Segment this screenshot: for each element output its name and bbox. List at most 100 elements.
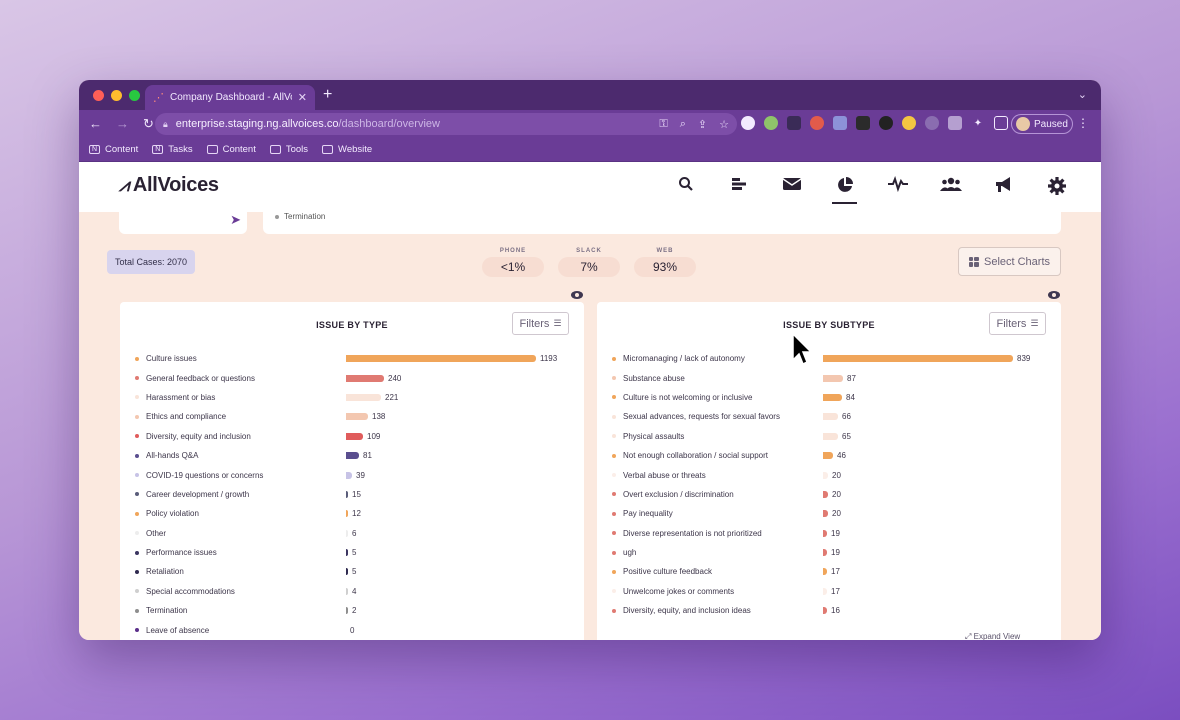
bar-rows: Micromanaging / lack of autonomy 839 Subst… [612,349,1051,620]
send-icon[interactable]: ➤ [230,212,241,228]
maximize-window-button[interactable] [129,90,140,101]
bar-value: 17 [831,567,840,577]
users-icon[interactable] [924,176,977,200]
legend-dot [135,569,139,574]
bar[interactable] [823,452,833,460]
close-window-button[interactable] [93,90,104,101]
dark-extension-icon[interactable] [879,116,893,130]
bar[interactable] [823,607,827,615]
share-icon[interactable]: ⇪ [698,118,707,131]
mail-icon[interactable] [765,176,818,200]
browser-menu-icon[interactable]: ⋮ [1077,116,1089,130]
bar[interactable] [823,393,842,401]
bookmark-content[interactable]: N Content [89,144,138,155]
bar[interactable] [823,432,838,440]
back-button[interactable]: ← [89,116,102,132]
bar[interactable] [346,607,348,615]
bar-value: 2 [352,606,357,616]
bar[interactable] [823,374,843,382]
bar-value: 15 [352,489,361,499]
bookmark-tasks[interactable]: N Tasks [152,144,193,155]
browser-tab[interactable]: ⋰ Company Dashboard - AllVoice ✕ [145,85,315,110]
bar[interactable] [823,568,827,576]
puzzle-extensions-icon[interactable]: ✦ [971,116,985,130]
pulse-icon[interactable] [871,175,924,200]
bar-label: Positive culture feedback [623,567,712,577]
bars-icon[interactable] [712,176,765,200]
bar[interactable] [823,549,827,557]
filters-button[interactable]: Filters ☰ [989,312,1046,335]
bookmark-folder-content[interactable]: Content [206,144,256,155]
eye-icon[interactable] [1048,291,1060,299]
close-tab-icon[interactable]: ✕ [298,91,307,104]
yellow-extension-icon[interactable] [902,116,916,130]
bar-row: Diversity, equity and inclusion 109 [135,427,574,446]
bar[interactable] [823,413,838,421]
bar[interactable] [823,355,1013,363]
expand-view-link[interactable]: ⤢ Expand View [965,632,1020,640]
new-tab-button[interactable]: + [323,86,332,104]
zoom-icon[interactable]: ⌕ [680,118,686,131]
side-panel-icon[interactable] [994,116,1008,130]
dots-extension-icon[interactable] [856,116,870,130]
bar-label: Ethics and compliance [146,412,227,422]
bar[interactable] [346,490,348,498]
bar[interactable] [346,549,348,557]
legend-dot [135,395,139,400]
eye-icon[interactable] [571,291,583,299]
bookmark-folder-tools[interactable]: Tools [269,144,308,155]
ghost-extension-icon[interactable] [741,116,755,130]
bar-value: 12 [352,509,361,519]
crop-extension-icon[interactable] [787,116,801,130]
filters-button[interactable]: Filters ☰ [512,312,569,335]
tab-strip: ⋰ Company Dashboard - AllVoice ✕ + ⌄ [79,80,1101,110]
tab-search-chevron-icon[interactable]: ⌄ [1078,88,1087,101]
bookmark-folder-website[interactable]: Website [322,144,372,155]
gear-icon[interactable] [1030,176,1083,200]
bar-label: Unwelcome jokes or comments [623,586,735,596]
bar[interactable] [346,432,363,440]
allvoices-logo[interactable]: ⩘ AllVoices [119,174,219,197]
legend-dot [135,473,139,478]
bar[interactable] [346,452,359,460]
forward-button[interactable]: → [116,116,129,132]
bar-row: Diverse representation is not prioritize… [612,524,1051,543]
bar[interactable] [823,529,827,537]
legend-dot [612,511,616,516]
minimize-window-button[interactable] [111,90,122,101]
block-extension-icon[interactable] [925,116,939,130]
bar[interactable] [823,471,828,479]
bar[interactable] [823,510,828,518]
bar[interactable] [346,413,368,421]
grid-extension-icon[interactable] [833,116,847,130]
profile-button[interactable]: Paused [1011,114,1073,134]
bar[interactable] [823,490,828,498]
bar-row: Policy violation 12 [135,504,574,523]
megaphone-icon[interactable] [977,176,1030,200]
camera-extension-icon[interactable] [948,116,962,130]
reload-button[interactable]: ↻ [143,116,154,132]
bar-value: 87 [847,373,856,383]
search-icon[interactable] [659,176,712,200]
green-extension-icon[interactable] [764,116,778,130]
bar[interactable] [346,393,381,401]
pie-chart-icon[interactable] [818,176,871,204]
bar[interactable] [346,587,348,595]
bar-value: 81 [363,451,372,461]
bar[interactable] [346,355,536,363]
bar[interactable] [346,568,348,576]
color-extension-icon[interactable] [810,116,824,130]
bar-label: Pay inequality [623,509,673,519]
bar-value: 240 [388,373,402,383]
bar[interactable] [346,471,352,479]
bar[interactable] [346,529,348,537]
bar[interactable] [346,510,348,518]
bar[interactable] [346,374,384,382]
bar-row: Performance issues 5 [135,543,574,562]
address-bar[interactable]: 🔒︎ enterprise.staging.ng.allvoices.co/da… [155,113,737,135]
bookmark-star-icon[interactable]: ☆ [719,118,729,131]
tab-title: Company Dashboard - AllVoice [170,92,292,103]
key-icon[interactable]: ⚿ [659,118,667,131]
bar[interactable] [823,587,827,595]
select-charts-button[interactable]: Select Charts [958,247,1061,276]
